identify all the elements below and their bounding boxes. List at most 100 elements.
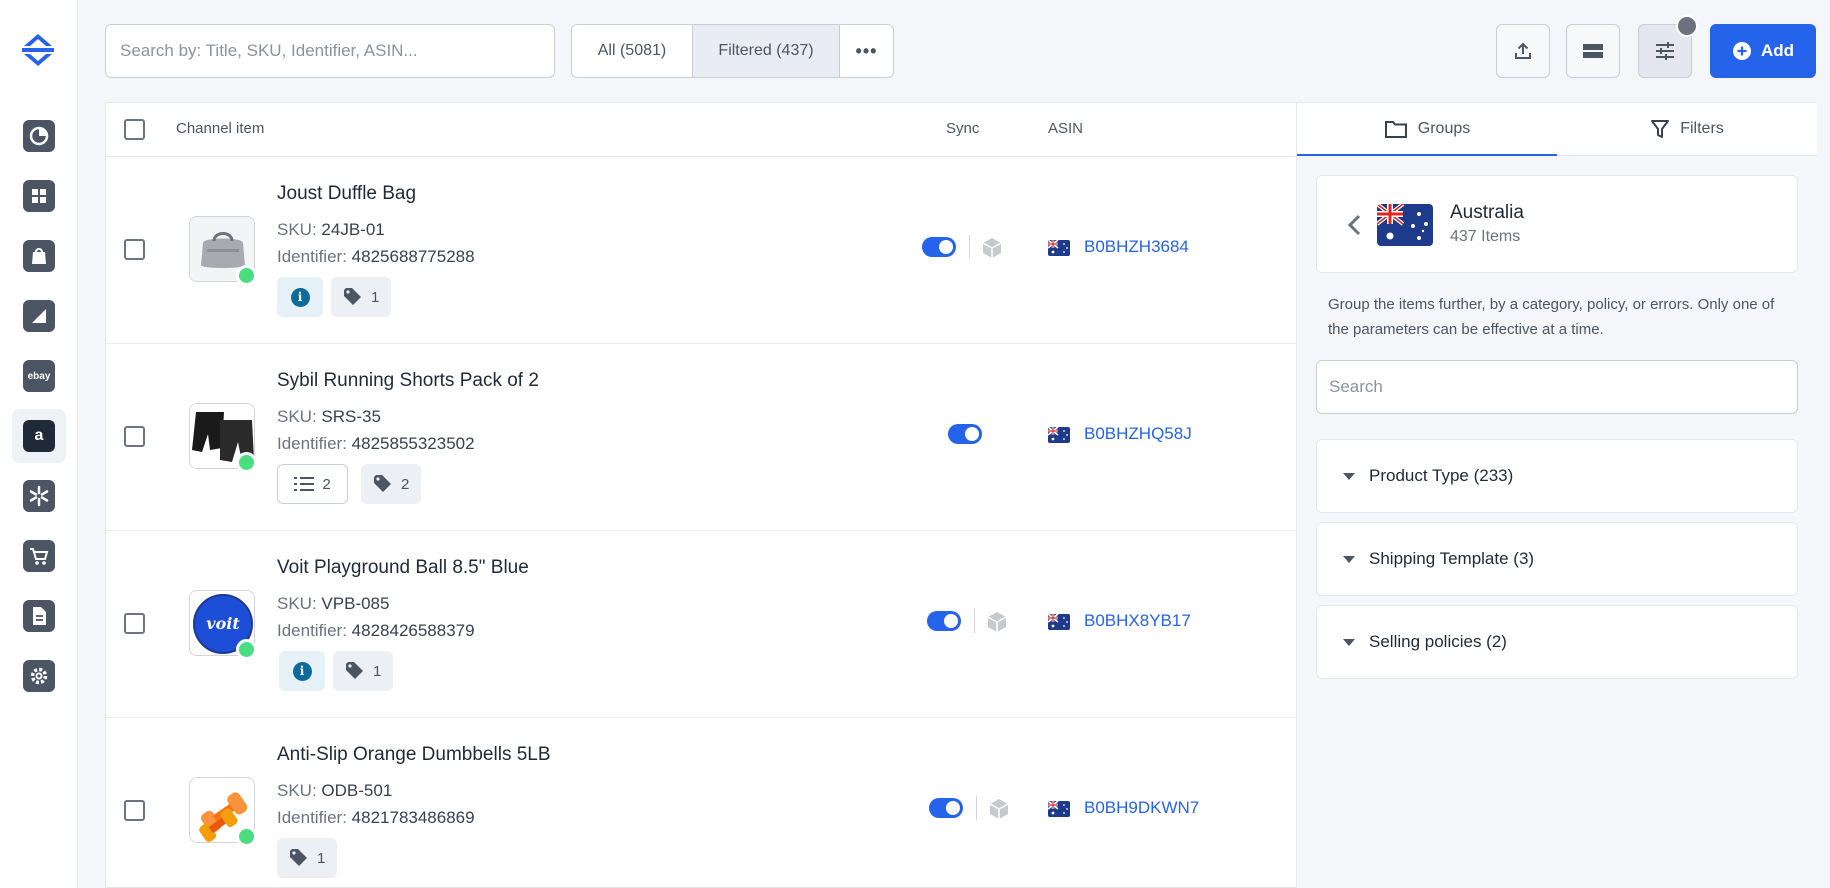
table-row[interactable]: Joust Duffle Bag SKU: 24JB-01 Identifier… bbox=[106, 157, 1297, 344]
sidebar-item-documents[interactable] bbox=[12, 589, 66, 643]
filter-all-button[interactable]: All (5081) bbox=[572, 25, 693, 77]
asin-link[interactable]: B0BH9DKWN7 bbox=[1084, 798, 1199, 818]
tag-icon bbox=[374, 475, 391, 492]
tag-chip[interactable]: 2 bbox=[361, 464, 422, 504]
tag-chip[interactable]: 1 bbox=[333, 651, 394, 691]
tag-icon bbox=[346, 662, 363, 679]
caret-down-icon bbox=[1343, 638, 1355, 646]
inventory-icon bbox=[23, 180, 55, 212]
info-icon: i bbox=[292, 661, 312, 681]
group-product-type[interactable]: Product Type (233) bbox=[1316, 439, 1798, 513]
column-header-item[interactable]: Channel item bbox=[176, 120, 264, 137]
item-identifier: Identifier: 4825688775288 bbox=[277, 247, 475, 267]
row-checkbox[interactable] bbox=[124, 239, 145, 260]
items-table: Channel item Sync ASIN Joust Duffle Bag … bbox=[105, 102, 1297, 888]
info-chip[interactable]: i bbox=[277, 277, 323, 317]
filter-segment: All (5081) Filtered (437) ••• bbox=[571, 24, 894, 78]
column-header-sync[interactable]: Sync bbox=[946, 120, 979, 137]
add-button[interactable]: Add bbox=[1710, 24, 1816, 78]
select-all-checkbox[interactable] bbox=[124, 119, 145, 140]
status-online-indicator bbox=[236, 826, 257, 847]
sync-toggle[interactable] bbox=[948, 424, 982, 444]
sidebar-item-ebay[interactable]: ebay bbox=[12, 349, 66, 403]
caret-down-icon bbox=[1343, 555, 1355, 563]
variations-chip[interactable]: 2 bbox=[277, 464, 348, 504]
row-checkbox[interactable] bbox=[124, 800, 145, 821]
status-online-indicator bbox=[236, 639, 257, 660]
filter-filtered-button[interactable]: Filtered (437) bbox=[693, 25, 840, 77]
sync-toggle[interactable] bbox=[929, 798, 963, 818]
item-title[interactable]: Joust Duffle Bag bbox=[277, 183, 416, 205]
group-label: Shipping Template (3) bbox=[1369, 549, 1535, 568]
item-title[interactable]: Anti-Slip Orange Dumbbells 5LB bbox=[277, 744, 551, 766]
australia-flag-icon bbox=[1048, 801, 1070, 817]
tag-icon bbox=[290, 849, 307, 866]
sidebar-item-settings[interactable] bbox=[12, 649, 66, 703]
item-title[interactable]: Sybil Running Shorts Pack of 2 bbox=[277, 370, 539, 392]
shopify-icon bbox=[23, 240, 55, 272]
identifier-label: Identifier: bbox=[277, 808, 347, 827]
package-icon bbox=[982, 238, 1002, 258]
tag-icon bbox=[344, 288, 361, 305]
app-logo-icon[interactable] bbox=[16, 28, 60, 72]
status-online-indicator bbox=[236, 265, 257, 286]
identifier-label: Identifier: bbox=[277, 434, 347, 453]
asin-link[interactable]: B0BHZH3684 bbox=[1084, 237, 1189, 257]
sidebar-item-inventory[interactable] bbox=[12, 169, 66, 223]
bigcommerce-icon bbox=[23, 300, 55, 332]
row-checkbox[interactable] bbox=[124, 613, 145, 634]
view-toggle-button[interactable] bbox=[1566, 24, 1620, 78]
group-selling-policies[interactable]: Selling policies (2) bbox=[1316, 605, 1798, 679]
export-button[interactable] bbox=[1496, 24, 1550, 78]
item-title[interactable]: Voit Playground Ball 8.5" Blue bbox=[277, 557, 529, 579]
sidebar-item-orders[interactable] bbox=[12, 529, 66, 583]
search-box bbox=[105, 24, 555, 78]
identifier-value: 4825855323502 bbox=[351, 434, 475, 453]
divider bbox=[969, 235, 970, 259]
side-panel: Groups Filters Australia 437 Items Group… bbox=[1296, 102, 1817, 888]
sidebar-item-dashboard[interactable] bbox=[12, 109, 66, 163]
sidebar-item-shopify[interactable] bbox=[12, 229, 66, 283]
group-hint-text: Group the items further, by a category, … bbox=[1328, 296, 1775, 338]
column-header-asin[interactable]: ASIN bbox=[1048, 120, 1083, 137]
item-sku: SKU: 24JB-01 bbox=[277, 220, 385, 240]
search-input[interactable] bbox=[120, 41, 540, 61]
info-chip[interactable]: i bbox=[279, 651, 325, 691]
asin-link[interactable]: B0BHZHQ58J bbox=[1084, 424, 1192, 444]
tab-filters[interactable]: Filters bbox=[1557, 103, 1817, 155]
country-card: Australia 437 Items bbox=[1316, 175, 1798, 273]
group-label: Selling policies (2) bbox=[1369, 632, 1507, 651]
plus-circle-icon bbox=[1732, 42, 1751, 60]
group-search-input[interactable] bbox=[1329, 377, 1785, 397]
table-row[interactable]: Anti-Slip Orange Dumbbells 5LB SKU: ODB-… bbox=[106, 718, 1297, 887]
item-sku: SKU: SRS-35 bbox=[277, 407, 381, 427]
identifier-label: Identifier: bbox=[277, 247, 347, 266]
chevron-left-icon[interactable] bbox=[1347, 213, 1361, 237]
package-icon bbox=[989, 799, 1009, 819]
sku-label: SKU: bbox=[277, 220, 317, 239]
tag-chip[interactable]: 1 bbox=[277, 838, 338, 878]
more-options-button[interactable]: ••• bbox=[840, 25, 893, 77]
table-row[interactable]: voit Voit Playground Ball 8.5" Blue SKU:… bbox=[106, 531, 1297, 718]
sidebar-item-amazon[interactable]: a bbox=[12, 409, 66, 463]
tag-chip[interactable]: 1 bbox=[331, 277, 392, 317]
sku-value: SRS-35 bbox=[321, 407, 381, 426]
filter-icon bbox=[1651, 120, 1670, 138]
document-icon bbox=[23, 600, 55, 632]
sync-toggle[interactable] bbox=[927, 611, 961, 631]
rows-view-icon bbox=[1583, 44, 1603, 58]
australia-flag-icon bbox=[1048, 614, 1070, 630]
dashboard-icon bbox=[23, 120, 55, 152]
table-row[interactable]: Sybil Running Shorts Pack of 2 SKU: SRS-… bbox=[106, 344, 1297, 531]
australia-flag-icon bbox=[1048, 427, 1070, 443]
row-checkbox[interactable] bbox=[124, 426, 145, 447]
tab-groups[interactable]: Groups bbox=[1297, 103, 1557, 156]
asin-link[interactable]: B0BHX8YB17 bbox=[1084, 611, 1191, 631]
sidebar-item-bigcommerce[interactable] bbox=[12, 289, 66, 343]
group-shipping-template[interactable]: Shipping Template (3) bbox=[1316, 522, 1798, 596]
sync-toggle[interactable] bbox=[922, 237, 956, 257]
cart-icon bbox=[23, 540, 55, 572]
sidebar-item-walmart[interactable] bbox=[12, 469, 66, 523]
amazon-icon: a bbox=[23, 420, 55, 452]
divider bbox=[976, 796, 977, 820]
